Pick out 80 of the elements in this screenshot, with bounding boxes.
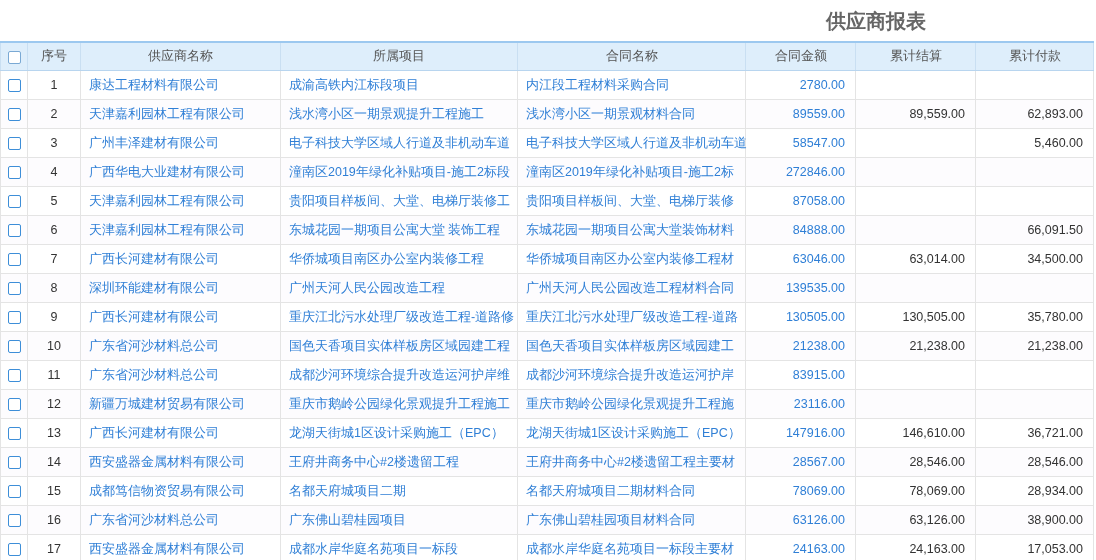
payment-cell: 62,893.00 bbox=[1027, 107, 1083, 121]
row-checkbox[interactable] bbox=[7, 253, 21, 267]
settlement-cell: 63,014.00 bbox=[909, 252, 965, 266]
column-header[interactable]: 所属项目 bbox=[280, 42, 518, 71]
row-checkbox[interactable] bbox=[7, 166, 21, 180]
payment-cell: 28,546.00 bbox=[1027, 455, 1083, 469]
payment-cell: 38,900.00 bbox=[1027, 513, 1083, 527]
settlement-cell: 63,126.00 bbox=[909, 513, 965, 527]
column-header[interactable]: 累计结算 bbox=[855, 42, 976, 71]
column-header[interactable]: 供应商名称 bbox=[80, 42, 281, 71]
column-header[interactable]: 累计付款 bbox=[975, 42, 1094, 71]
row-number: 12 bbox=[47, 397, 61, 411]
row-number: 9 bbox=[50, 310, 58, 324]
row-checkbox[interactable] bbox=[7, 340, 21, 354]
row-checkbox[interactable] bbox=[7, 398, 21, 412]
settlement-cell: 130,505.00 bbox=[902, 310, 965, 324]
row-checkbox[interactable] bbox=[7, 311, 21, 325]
payment-cell: 28,934.00 bbox=[1027, 484, 1083, 498]
row-number: 15 bbox=[47, 484, 61, 498]
column-header[interactable]: 序号 bbox=[27, 42, 81, 71]
select-all-checkbox[interactable] bbox=[7, 50, 21, 64]
report-title: 供应商报表 bbox=[826, 9, 926, 34]
settlement-cell: 21,238.00 bbox=[909, 339, 965, 353]
row-checkbox[interactable] bbox=[7, 485, 21, 499]
row-number: 13 bbox=[47, 426, 61, 440]
row-number: 1 bbox=[50, 78, 58, 92]
settlement-cell: 24,163.00 bbox=[909, 542, 965, 556]
row-checkbox[interactable] bbox=[7, 543, 21, 557]
settlement-cell: 89,559.00 bbox=[909, 107, 965, 121]
row-number: 11 bbox=[47, 368, 61, 382]
row-checkbox[interactable] bbox=[7, 427, 21, 441]
amount-cell: 24163.00 bbox=[792, 542, 845, 556]
row-number: 3 bbox=[50, 136, 58, 150]
row-checkbox[interactable] bbox=[7, 137, 21, 151]
payment-cell: 35,780.00 bbox=[1027, 310, 1083, 324]
row-number: 14 bbox=[47, 455, 61, 469]
payment-cell: 21,238.00 bbox=[1027, 339, 1083, 353]
row-number: 10 bbox=[47, 339, 61, 353]
amount-cell: 130505.00 bbox=[785, 310, 845, 324]
amount-cell: 87058.00 bbox=[792, 194, 845, 208]
amount-cell: 84888.00 bbox=[792, 223, 845, 237]
amount-cell: 272846.00 bbox=[785, 165, 845, 179]
amount-cell: 147916.00 bbox=[785, 426, 845, 440]
row-checkbox[interactable] bbox=[7, 79, 21, 93]
row-number: 4 bbox=[50, 165, 58, 179]
payment-cell: 5,460.00 bbox=[1034, 136, 1083, 150]
row-checkbox[interactable] bbox=[7, 108, 21, 122]
amount-cell: 89559.00 bbox=[792, 107, 845, 121]
row-number: 8 bbox=[50, 281, 58, 295]
row-checkbox[interactable] bbox=[7, 514, 21, 528]
amount-cell: 139535.00 bbox=[785, 281, 845, 295]
row-checkbox[interactable] bbox=[7, 282, 21, 296]
row-number: 5 bbox=[50, 194, 58, 208]
row-checkbox[interactable] bbox=[7, 224, 21, 238]
row-checkbox[interactable] bbox=[7, 195, 21, 209]
settlement-cell: 146,610.00 bbox=[902, 426, 965, 440]
column-header[interactable]: 合同金额 bbox=[745, 42, 856, 71]
row-number: 6 bbox=[50, 223, 58, 237]
amount-cell: 58547.00 bbox=[792, 136, 845, 150]
settlement-cell: 28,546.00 bbox=[909, 455, 965, 469]
row-number: 16 bbox=[47, 513, 61, 527]
amount-cell: 23116.00 bbox=[793, 397, 845, 411]
row-checkbox[interactable] bbox=[7, 456, 21, 470]
amount-cell: 2780.00 bbox=[799, 78, 845, 92]
column-header[interactable]: 合同名称 bbox=[517, 42, 746, 71]
settlement-cell: 78,069.00 bbox=[909, 484, 965, 498]
row-number: 17 bbox=[47, 542, 61, 556]
payment-cell: 66,091.50 bbox=[1027, 223, 1083, 237]
payment-cell: 17,053.00 bbox=[1027, 542, 1083, 556]
row-number: 2 bbox=[50, 107, 58, 121]
row-number: 7 bbox=[50, 252, 58, 266]
payment-cell: 34,500.00 bbox=[1027, 252, 1083, 266]
row-checkbox[interactable] bbox=[7, 369, 21, 383]
amount-cell: 63126.00 bbox=[792, 513, 845, 527]
amount-cell: 63046.00 bbox=[792, 252, 845, 266]
payment-cell: 36,721.00 bbox=[1027, 426, 1083, 440]
amount-cell: 21238.00 bbox=[792, 339, 845, 353]
amount-cell: 83915.00 bbox=[792, 368, 845, 382]
amount-cell: 28567.00 bbox=[792, 455, 845, 469]
amount-cell: 78069.00 bbox=[792, 484, 845, 498]
